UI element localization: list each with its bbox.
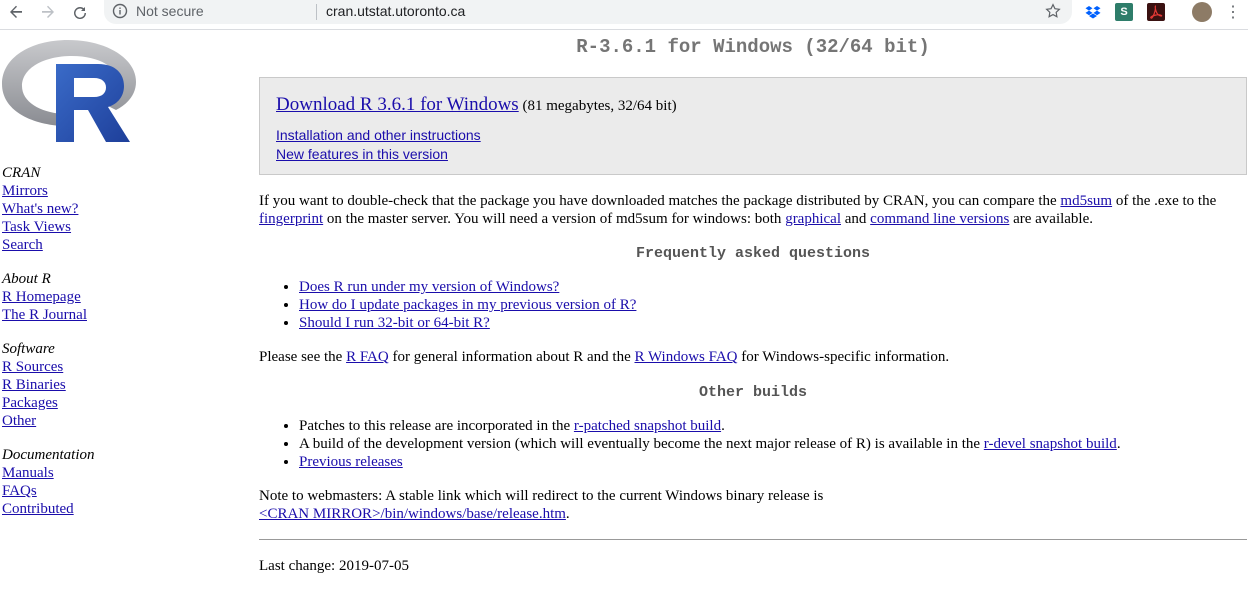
nav-link-packages[interactable]: Packages — [2, 394, 94, 412]
nav-link-mirrors[interactable]: Mirrors — [2, 182, 94, 200]
installation-instructions-link[interactable]: Installation and other instructions — [276, 126, 481, 144]
nav-link-whats-new[interactable]: What's new? — [2, 200, 94, 218]
list-item: A build of the development version (whic… — [299, 435, 1121, 453]
acrobat-extension-icon[interactable] — [1147, 3, 1165, 21]
omnibox-divider — [316, 4, 317, 20]
s-extension-icon[interactable]: S — [1115, 3, 1133, 21]
avatar[interactable] — [1192, 2, 1212, 22]
reload-icon[interactable] — [68, 0, 92, 24]
nav-link-r-binaries[interactable]: R Binaries — [2, 376, 94, 394]
previous-releases-link[interactable]: Previous releases — [299, 454, 403, 470]
nav-heading-about-r: About R — [2, 271, 51, 287]
last-change: Last change: 2019-07-05 — [259, 558, 409, 574]
faq-heading: Frequently asked questions — [635, 245, 871, 262]
r-logo[interactable] — [0, 36, 140, 146]
nav-group-cran: CRAN Mirrors What's new? Task Views Sear… — [2, 164, 94, 254]
verify-text-4: and — [841, 211, 871, 227]
back-icon[interactable] — [4, 0, 28, 24]
webmaster-note-text: Note to webmasters: A stable link which … — [259, 488, 824, 504]
list-item: Does R run under my version of Windows? — [299, 278, 636, 296]
nav-link-manuals[interactable]: Manuals — [2, 464, 94, 482]
list-item: Patches to this release are incorporated… — [299, 417, 1121, 435]
page-title: R-3.6.1 for Windows (32/64 bit) — [576, 36, 930, 58]
release-htm-link[interactable]: <CRAN MIRROR>/bin/windows/base/release.h… — [259, 506, 566, 522]
list-item: Should I run 32-bit or 64-bit R? — [299, 314, 636, 332]
nav-link-r-journal[interactable]: The R Journal — [2, 306, 94, 324]
menu-icon[interactable]: ⋮ — [1225, 0, 1241, 24]
divider — [259, 539, 1247, 540]
info-icon[interactable] — [112, 3, 128, 22]
builds-list: Patches to this release are incorporated… — [259, 417, 1121, 471]
other-builds-heading: Other builds — [698, 384, 808, 401]
nav-link-r-homepage[interactable]: R Homepage — [2, 288, 94, 306]
r-patched-link[interactable]: r-patched snapshot build — [574, 418, 721, 434]
webmaster-note: Note to webmasters: A stable link which … — [259, 487, 1247, 523]
dropbox-extension-icon[interactable] — [1084, 3, 1102, 21]
fingerprint-link[interactable]: fingerprint — [259, 211, 323, 227]
nav-heading-documentation: Documentation — [2, 447, 95, 463]
nav-group-about-r: About R R Homepage The R Journal — [2, 270, 94, 324]
nav-heading-software: Software — [2, 341, 55, 357]
graphical-link[interactable]: graphical — [785, 211, 841, 227]
faq-windows-version-link[interactable]: Does R run under my version of Windows? — [299, 279, 559, 295]
nav-group-documentation: Documentation Manuals FAQs Contributed — [2, 446, 94, 518]
download-box: Download R 3.6.1 for Windows (81 megabyt… — [259, 77, 1247, 175]
verify-text-3: on the master server. You will need a ve… — [323, 211, 786, 227]
nav-link-task-views[interactable]: Task Views — [2, 218, 94, 236]
new-features-link[interactable]: New features in this version — [276, 145, 448, 163]
url-text[interactable]: cran.utstat.utoronto.ca — [326, 3, 465, 19]
verify-paragraph: If you want to double-check that the pac… — [259, 192, 1247, 228]
r-windows-faq-link[interactable]: R Windows FAQ — [634, 349, 737, 365]
r-faq-link[interactable]: R FAQ — [346, 349, 389, 365]
download-link[interactable]: Download R 3.6.1 for Windows — [276, 94, 519, 115]
r-devel-link[interactable]: r-devel snapshot build — [984, 436, 1117, 452]
verify-text-2: of the .exe to the — [1112, 193, 1217, 209]
md5sum-link[interactable]: md5sum — [1060, 193, 1112, 209]
nav-link-other[interactable]: Other — [2, 412, 94, 430]
faq-32-64-bit-link[interactable]: Should I run 32-bit or 64-bit R? — [299, 315, 490, 331]
verify-text-5: are available. — [1009, 211, 1094, 227]
patches-text: Patches to this release are incorporated… — [299, 418, 574, 434]
nav-group-software: Software R Sources R Binaries Packages O… — [2, 340, 94, 430]
command-line-versions-link[interactable]: command line versions — [870, 211, 1009, 227]
rfaq-text-1: Please see the — [259, 349, 347, 365]
download-size: (81 megabytes, 32/64 bit) — [518, 98, 677, 114]
list-item: How do I update packages in my previous … — [299, 296, 636, 314]
sidebar-nav: CRAN Mirrors What's new? Task Views Sear… — [2, 164, 94, 534]
list-item: Previous releases — [299, 453, 1121, 471]
forward-icon[interactable] — [36, 0, 60, 24]
rfaq-paragraph: Please see the R FAQ for general informa… — [259, 348, 1247, 366]
rfaq-text-3: for Windows-specific information. — [737, 349, 950, 365]
security-label: Not secure — [136, 3, 204, 19]
faq-list: Does R run under my version of Windows? … — [259, 278, 636, 332]
nav-link-r-sources[interactable]: R Sources — [2, 358, 94, 376]
faq-update-packages-link[interactable]: How do I update packages in my previous … — [299, 297, 636, 313]
nav-heading-cran: CRAN — [2, 165, 41, 181]
nav-link-faqs[interactable]: FAQs — [2, 482, 94, 500]
nav-link-contributed[interactable]: Contributed — [2, 500, 94, 518]
browser-toolbar: Not secure cran.utstat.utoronto.ca S ⋮ — [0, 0, 1248, 30]
download-line: Download R 3.6.1 for Windows (81 megabyt… — [276, 94, 677, 115]
nav-link-search[interactable]: Search — [2, 236, 94, 254]
address-bar[interactable]: Not secure cran.utstat.utoronto.ca — [104, 0, 1072, 24]
devel-text: A build of the development version (whic… — [299, 436, 984, 452]
rfaq-text-2: for general information about R and the — [388, 349, 635, 365]
verify-text-1: If you want to double-check that the pac… — [259, 193, 1061, 209]
bookmark-star-icon[interactable] — [1044, 2, 1062, 23]
